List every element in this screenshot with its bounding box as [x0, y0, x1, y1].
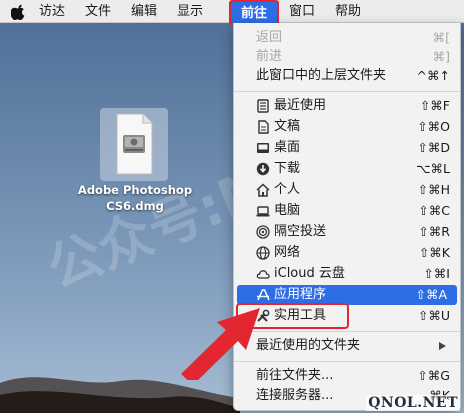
menu-bar: 访达 文件 编辑 显示 前往 窗口 帮助	[0, 0, 464, 25]
menu-window[interactable]: 窗口	[289, 3, 315, 20]
documents-icon	[258, 120, 269, 134]
menu-separator	[234, 91, 460, 92]
shortcut-forward: ⌘]	[432, 49, 450, 64]
menu-item-back[interactable]: 返回 ⌘[	[234, 28, 460, 48]
menu-help[interactable]: 帮助	[335, 3, 361, 20]
submenu-arrow-icon	[439, 342, 446, 350]
menu-finder[interactable]: 访达	[39, 3, 65, 20]
network-globe-icon	[256, 246, 270, 260]
file-selection-tile	[100, 108, 168, 181]
downloads-icon	[256, 162, 270, 176]
file-name-line2: CS6.dmg	[106, 199, 164, 213]
annotation-arrow-icon	[181, 308, 260, 380]
apple-logo-icon[interactable]	[11, 4, 26, 20]
menu-item-applications[interactable]: 应用程序 ⇧⌘A	[237, 285, 457, 305]
go-menu-dropdown: 返回 ⌘[ 前进 ⌘] 此窗口中的上层文件夹 ^⌘↑ 最近使用 ⇧⌘F 文稿 ⇧…	[233, 23, 461, 411]
menu-item-icloud-drive[interactable]: iCloud 云盘 ⇧⌘I	[234, 264, 460, 284]
menu-item-recent-folders[interactable]: 最近使用的文件夹	[234, 336, 460, 356]
computer-icon	[256, 206, 270, 217]
cloud-icon	[256, 270, 270, 279]
shortcut-back: ⌘[	[432, 30, 450, 45]
airdrop-icon	[256, 225, 270, 239]
menu-item-home[interactable]: 个人 ⇧⌘H	[234, 180, 460, 200]
menu-item-recents[interactable]: 最近使用 ⇧⌘F	[234, 96, 460, 116]
menu-go[interactable]: 前往	[229, 0, 279, 25]
menu-separator	[234, 331, 460, 332]
dmg-disk-image-icon	[116, 113, 153, 175]
menu-item-desktop[interactable]: 桌面 ⇧⌘D	[234, 138, 460, 158]
menu-item-forward[interactable]: 前进 ⌘]	[234, 47, 460, 67]
menu-view[interactable]: 显示	[177, 3, 203, 20]
recents-icon	[257, 99, 269, 113]
file-name-label: Adobe Photoshop CS6.dmg	[70, 182, 200, 214]
menu-item-computer[interactable]: 电脑 ⇧⌘C	[234, 201, 460, 221]
menu-item-documents[interactable]: 文稿 ⇧⌘O	[234, 117, 460, 137]
desktop-icon	[257, 143, 269, 153]
menu-item-network[interactable]: 网络 ⇧⌘K	[234, 243, 460, 263]
menu-separator	[234, 361, 460, 362]
menu-item-airdrop[interactable]: 隔空投送 ⇧⌘R	[234, 222, 460, 242]
menu-item-downloads[interactable]: 下载 ⌥⌘L	[234, 159, 460, 179]
menu-item-go-to-folder[interactable]: 前往文件夹... ⇧⌘G	[234, 366, 460, 386]
site-watermark: QNOL.NET	[366, 395, 460, 411]
menu-edit[interactable]: 编辑	[131, 3, 157, 20]
menu-item-enclosing-folder[interactable]: 此窗口中的上层文件夹 ^⌘↑	[234, 66, 460, 86]
menu-file[interactable]: 文件	[85, 3, 111, 20]
shortcut-enclosing: ^⌘↑	[416, 68, 450, 83]
home-icon	[256, 183, 270, 197]
file-name-line1: Adobe Photoshop	[77, 183, 193, 197]
